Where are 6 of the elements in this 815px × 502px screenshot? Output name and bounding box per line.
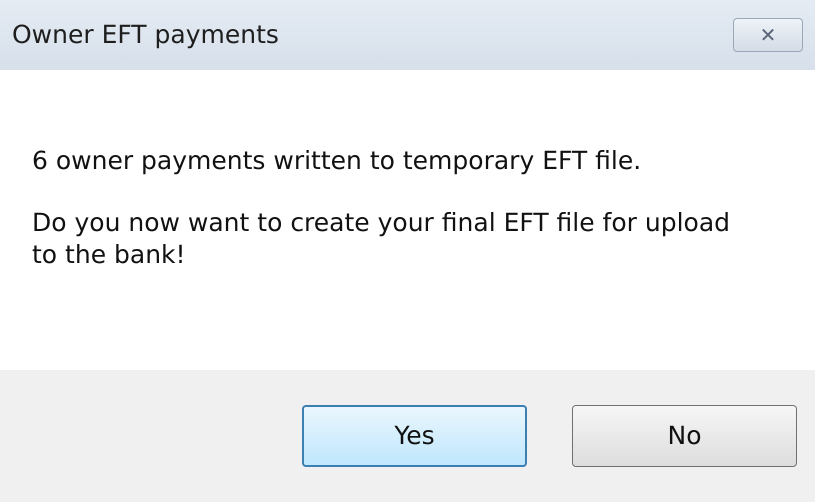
message-text: Do you now want to create your final EFT file for upload to the bank! [32, 207, 732, 271]
message-text: 6 owner payments written to temporary EFT file. [32, 145, 642, 177]
close-button[interactable]: ✕ [733, 18, 803, 52]
dialog-button[interactable]: Yes [302, 405, 527, 467]
window-title: Owner EFT payments [12, 19, 279, 52]
dialog-button[interactable]: No [572, 405, 797, 467]
